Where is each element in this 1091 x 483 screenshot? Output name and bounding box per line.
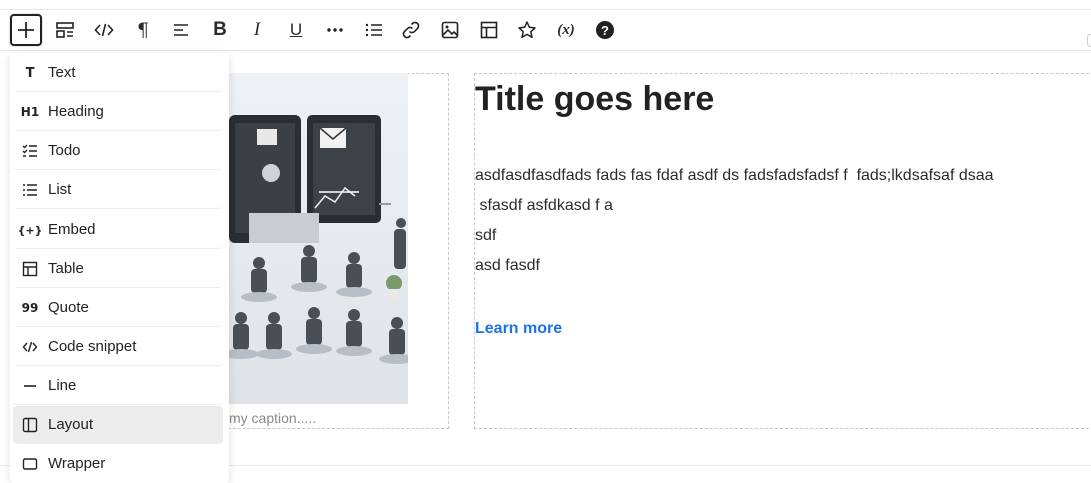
menu-item-quote[interactable]: 99 Quote <box>13 289 223 327</box>
table-icon <box>480 21 498 39</box>
business-people-illustration <box>229 73 408 404</box>
wrapper-icon <box>21 455 39 473</box>
embed-icon: {+} <box>17 223 43 237</box>
paragraph-line[interactable]: sdf <box>475 227 496 245</box>
more-icon <box>327 28 343 32</box>
help-button[interactable]: ? <box>589 14 621 46</box>
bold-button[interactable]: B <box>204 14 236 46</box>
heading-icon: H1 <box>20 105 40 119</box>
italic-button[interactable]: I <box>241 14 273 46</box>
plus-icon <box>18 22 34 38</box>
table-icon <box>21 260 39 278</box>
code-icon <box>21 338 39 356</box>
menu-item-list[interactable]: List <box>13 171 223 209</box>
blocks-button[interactable] <box>49 14 81 46</box>
code-icon <box>94 23 114 37</box>
code-button[interactable] <box>88 14 120 46</box>
paragraph-line[interactable]: asdfasdfasdfads fads fas fdaf asdf ds fa… <box>475 167 994 185</box>
bold-icon: B <box>213 19 227 40</box>
favorite-button[interactable] <box>511 14 543 46</box>
insert-button[interactable] <box>10 14 42 46</box>
layout-blocks-icon <box>56 22 74 38</box>
layout-column-right[interactable] <box>474 73 1091 429</box>
link-button[interactable] <box>395 14 427 46</box>
underline-icon: U <box>289 20 303 39</box>
menu-item-label: Heading <box>48 103 104 120</box>
menu-item-label: Code snippet <box>48 338 137 355</box>
image-icon <box>441 21 459 39</box>
menu-item-code-snippet[interactable]: Code snippet <box>13 328 223 366</box>
help-icon: ? <box>596 21 614 39</box>
variable-button[interactable]: (x) <box>550 14 582 46</box>
menu-item-todo[interactable]: Todo <box>13 132 223 170</box>
scroll-handle[interactable] <box>1087 34 1091 47</box>
list-icon <box>365 23 382 37</box>
insert-block-menu: T Text H1 Heading Todo List {+} Embed Ta… <box>10 53 229 483</box>
menu-item-wrapper[interactable]: Wrapper <box>13 445 223 483</box>
menu-item-label: Table <box>48 260 84 277</box>
layout-icon <box>21 416 39 434</box>
menu-item-label: Embed <box>48 221 96 238</box>
menu-item-label: Layout <box>48 416 94 433</box>
paragraph-button[interactable]: ¶ <box>127 14 159 46</box>
editor-toolbar: ¶ B I U (x) ? <box>0 9 1091 51</box>
quote-icon: 99 <box>21 301 39 315</box>
menu-item-table[interactable]: Table <box>13 250 223 288</box>
menu-item-line[interactable]: Line <box>13 367 223 405</box>
menu-item-label: Quote <box>48 299 89 316</box>
menu-item-label: List <box>48 181 72 198</box>
image-button[interactable] <box>434 14 466 46</box>
learn-more-link[interactable]: Learn more <box>475 320 562 338</box>
link-icon <box>402 21 420 39</box>
hero-image[interactable] <box>229 73 408 404</box>
text-icon: T <box>25 65 35 81</box>
paragraph-line[interactable]: asd fasdf <box>475 257 540 275</box>
menu-item-embed[interactable]: {+} Embed <box>13 211 223 249</box>
italic-icon: I <box>253 19 261 40</box>
menu-item-label: Todo <box>48 142 81 159</box>
align-button[interactable] <box>165 14 197 46</box>
menu-item-label: Line <box>48 377 77 394</box>
line-icon <box>21 377 39 395</box>
menu-item-heading[interactable]: H1 Heading <box>13 93 223 131</box>
more-button[interactable] <box>319 14 351 46</box>
menu-item-text[interactable]: T Text <box>13 54 223 92</box>
align-left-icon <box>174 24 188 36</box>
paragraph-icon: ¶ <box>136 19 150 41</box>
list-button[interactable] <box>358 14 390 46</box>
paragraph-line[interactable]: sfasdf asfdkasd f a <box>475 197 612 215</box>
star-icon <box>518 21 536 39</box>
menu-item-label: Text <box>48 64 76 81</box>
image-caption[interactable]: my caption..... <box>229 410 316 426</box>
todo-icon <box>21 142 39 160</box>
underline-button[interactable]: U <box>280 14 312 46</box>
menu-item-layout[interactable]: Layout <box>13 406 223 444</box>
table-button[interactable] <box>473 14 505 46</box>
menu-item-label: Wrapper <box>48 455 106 472</box>
variable-icon: (x) <box>557 21 575 38</box>
list-icon <box>21 181 39 199</box>
content-title[interactable]: Title goes here <box>475 80 714 119</box>
